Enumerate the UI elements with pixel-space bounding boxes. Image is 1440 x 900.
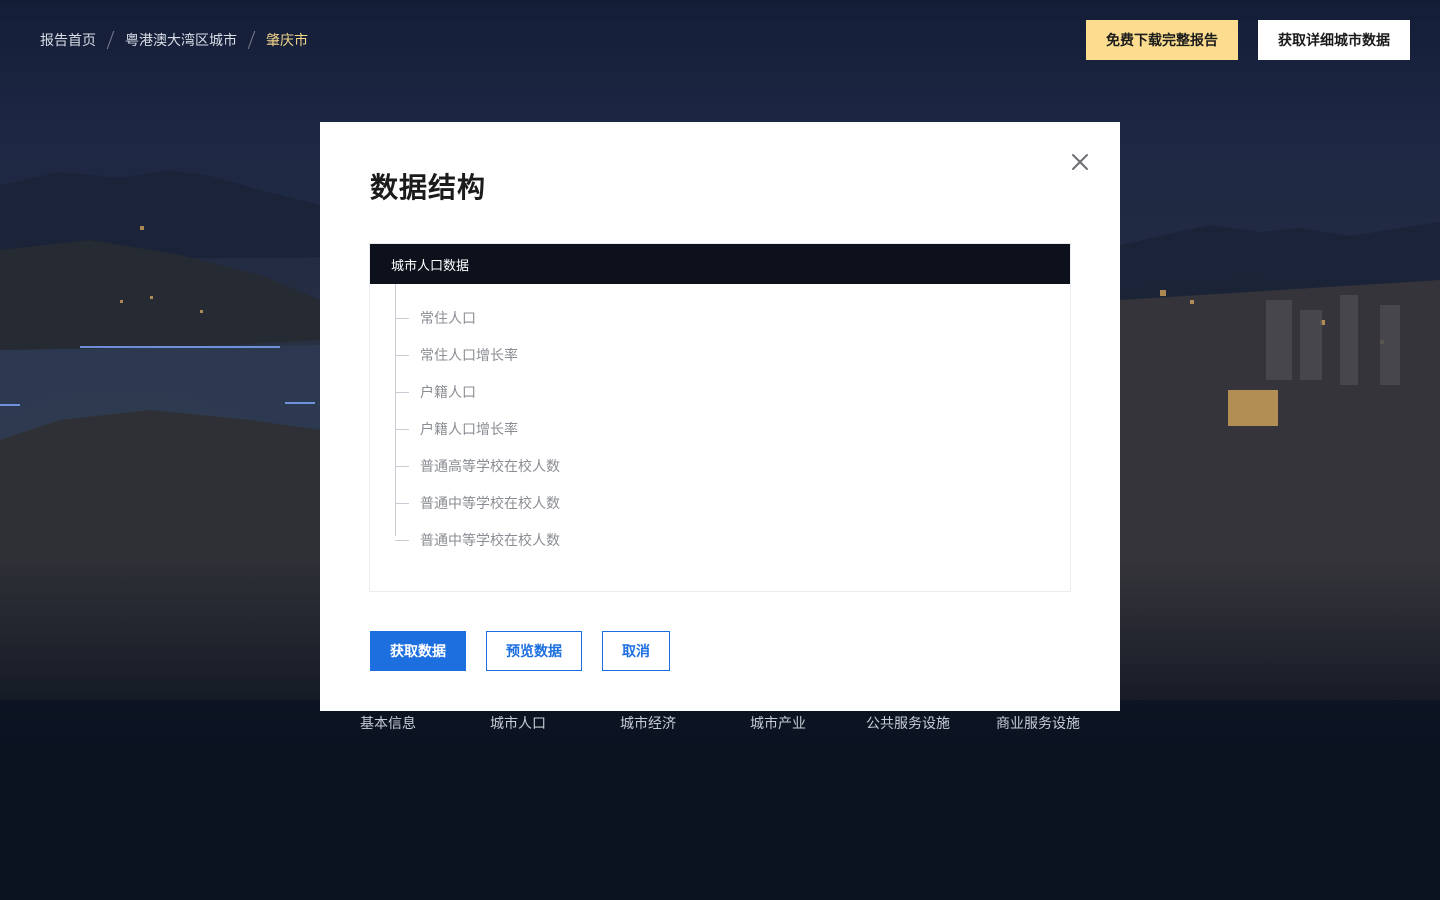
tree-item: 户籍人口	[370, 373, 1070, 410]
tree-item: 普通中等学校在校人数	[370, 521, 1070, 558]
data-tree-panel: 城市人口数据 常住人口 常住人口增长率 户籍人口 户籍人口增长率 普通高等学校在…	[369, 243, 1071, 592]
breadcrumb-separator	[106, 31, 115, 49]
breadcrumb-home-link[interactable]: 报告首页	[40, 30, 96, 50]
tree-item: 户籍人口增长率	[370, 410, 1070, 447]
tree-header: 城市人口数据	[370, 244, 1070, 284]
breadcrumb: 报告首页 粤港澳大湾区城市 肇庆市	[40, 30, 308, 50]
header-actions: 免费下载完整报告 获取详细城市数据	[1086, 20, 1410, 60]
get-data-button[interactable]: 获取数据	[370, 631, 466, 671]
nav-item-economy[interactable]: 城市经济	[620, 713, 750, 733]
preview-data-button[interactable]: 预览数据	[486, 631, 582, 671]
tree-body: 常住人口 常住人口增长率 户籍人口 户籍人口增长率 普通高等学校在校人数 普通中…	[370, 284, 1070, 558]
nav-item-population[interactable]: 城市人口	[490, 713, 620, 733]
download-report-button[interactable]: 免费下载完整报告	[1086, 20, 1238, 60]
tree-item: 普通中等学校在校人数	[370, 484, 1070, 521]
tree-item: 常住人口增长率	[370, 336, 1070, 373]
close-icon[interactable]	[1070, 152, 1090, 172]
breadcrumb-current-city: 肇庆市	[266, 33, 308, 49]
nav-item-basic-info[interactable]: 基本信息	[360, 713, 490, 733]
data-structure-modal: 数据结构 城市人口数据 常住人口 常住人口增长率 户籍人口 户籍人口增长率 普通…	[320, 122, 1120, 711]
get-city-data-button[interactable]: 获取详细城市数据	[1258, 20, 1410, 60]
nav-item-commercial-services[interactable]: 商业服务设施	[996, 713, 1126, 733]
modal-actions: 获取数据 预览数据 取消	[370, 631, 670, 671]
breadcrumb-region-link[interactable]: 粤港澳大湾区城市	[125, 30, 237, 50]
tree-item: 常住人口	[370, 299, 1070, 336]
nav-item-public-services[interactable]: 公共服务设施	[866, 713, 996, 733]
tree-item: 普通高等学校在校人数	[370, 447, 1070, 484]
breadcrumb-separator	[247, 31, 256, 49]
cancel-button[interactable]: 取消	[602, 631, 670, 671]
nav-item-industry[interactable]: 城市产业	[750, 713, 880, 733]
city-section-nav: 基本信息 城市人口 城市经济 城市产业 公共服务设施 商业服务设施	[360, 713, 1126, 733]
modal-title: 数据结构	[370, 171, 487, 204]
